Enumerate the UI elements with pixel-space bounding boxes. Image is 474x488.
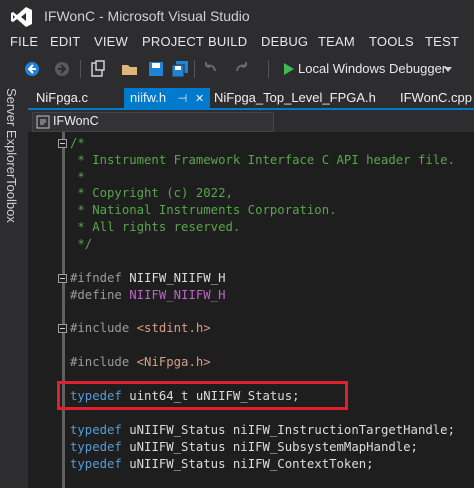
code-token: <NiFpga.h>: [136, 355, 211, 369]
side-panel-strip: Server Explorer Toolbox: [0, 82, 28, 488]
code-line[interactable]: * Copyright (c) 2022,: [70, 185, 233, 202]
code-token: * Instrument Framework Interface C API h…: [70, 153, 455, 167]
code-line[interactable]: typedef uNIIFW_Status niIFW_InstructionT…: [70, 422, 455, 439]
code-token: <stdint.h>: [136, 321, 211, 335]
code-token: */: [70, 237, 93, 251]
collapse-region-icon[interactable]: [58, 139, 67, 148]
code-token: #include: [70, 355, 137, 369]
code-token: typedef: [70, 457, 130, 471]
tab-nifpga-top-level-fpga-h[interactable]: NiFpga_Top_Level_FPGA.h: [214, 88, 376, 108]
code-line[interactable]: #include <NiFpga.h>: [70, 354, 211, 371]
menu-file[interactable]: FILE: [10, 34, 38, 49]
new-project-icon[interactable]: [88, 59, 108, 79]
visual-studio-window: IFWonC - Microsoft Visual Studio FILE ED…: [0, 0, 474, 488]
back-icon[interactable]: [22, 59, 42, 79]
code-token: *: [70, 170, 85, 184]
toolbox-tab[interactable]: Toolbox: [4, 178, 19, 223]
collapse-region-icon[interactable]: [58, 274, 67, 283]
server-explorer-tab[interactable]: Server Explorer: [4, 88, 19, 178]
menu-debug[interactable]: DEBUG: [261, 34, 308, 49]
title-bar: IFWonC - Microsoft Visual Studio: [0, 0, 474, 34]
code-token: uNIIFW_Status niIFW_ContextToken;: [129, 457, 374, 471]
menu-project[interactable]: PROJECT: [142, 34, 204, 49]
code-line[interactable]: #include <stdint.h>: [70, 320, 211, 337]
code-line[interactable]: #define NIIFW_NIIFW_H: [70, 287, 225, 304]
code-line[interactable]: typedef uNIIFW_Status niIFW_SubsystemMap…: [70, 439, 418, 456]
code-token: #include: [70, 321, 137, 335]
change-tracking-margin: [62, 132, 65, 488]
code-editor[interactable]: /* * Instrument Framework Interface C AP…: [28, 132, 474, 488]
pin-icon[interactable]: ⊣: [178, 93, 188, 105]
code-token: uNIIFW_Status niIFW_SubsystemMapHandle;: [129, 440, 418, 454]
save-icon[interactable]: [146, 59, 166, 79]
menu-view[interactable]: VIEW: [94, 34, 128, 49]
start-debugging-icon[interactable]: [278, 59, 298, 79]
document-tab-strip: NiFpga.c niifw.h ⊣ ✕ NiFpga_Top_Level_FP…: [28, 88, 474, 108]
save-all-icon[interactable]: [170, 59, 190, 79]
tab-niifw-h[interactable]: niifw.h ⊣ ✕: [124, 88, 211, 108]
debugger-target-label[interactable]: Local Windows Debugger: [298, 61, 446, 76]
close-icon[interactable]: ✕: [195, 93, 204, 105]
code-line[interactable]: * All rights reserved.: [70, 219, 240, 236]
code-line[interactable]: * Instrument Framework Interface C API h…: [70, 152, 455, 169]
code-token: * Copyright (c) 2022,: [70, 186, 233, 200]
code-token: #ifndef: [70, 271, 130, 285]
project-dropdown[interactable]: IFWonC: [32, 112, 274, 132]
menu-tools[interactable]: TOOLS: [369, 34, 414, 49]
code-token: uNIIFW_Status niIFW_InstructionTargetHan…: [129, 423, 455, 437]
menu-build[interactable]: BUILD: [208, 34, 247, 49]
toolbar-separator: [268, 60, 269, 78]
code-line[interactable]: *: [70, 169, 85, 186]
toolbar-separator: [194, 60, 195, 78]
toolbar: Local Windows Debugger: [0, 56, 474, 82]
project-dropdown-label: IFWonC: [53, 114, 99, 128]
code-token: NIIFW_NIIFW_H: [129, 288, 226, 302]
window-title: IFWonC - Microsoft Visual Studio: [44, 8, 250, 24]
menu-test[interactable]: TEST: [425, 34, 459, 49]
code-line[interactable]: */: [70, 236, 92, 253]
code-line[interactable]: #ifndef NIIFW_NIIFW_H: [70, 270, 225, 287]
navigation-bar: IFWonC: [28, 110, 474, 132]
highlight-annotation-box: [57, 381, 348, 410]
tab-nifpga-c[interactable]: NiFpga.c: [36, 88, 88, 108]
code-token: typedef: [70, 440, 130, 454]
tab-ifwonc-cpp[interactable]: IFWonC.cpp: [400, 88, 472, 108]
code-line[interactable]: typedef uNIIFW_Status niIFW_ContextToken…: [70, 456, 374, 473]
cpp-project-icon: [36, 115, 50, 129]
code-token: * National Instruments Corporation.: [70, 203, 337, 217]
dropdown-icon[interactable]: [438, 59, 458, 79]
code-token: NIIFW_NIIFW_H: [129, 271, 226, 285]
menu-team[interactable]: TEAM: [318, 34, 355, 49]
undo-icon[interactable]: [200, 59, 220, 79]
menu-bar: FILE EDIT VIEW PROJECT BUILD DEBUG TEAM …: [0, 34, 474, 54]
redo-icon[interactable]: [232, 59, 252, 79]
toolbar-separator: [80, 60, 81, 78]
code-token: /*: [70, 136, 85, 150]
code-line[interactable]: * National Instruments Corporation.: [70, 202, 337, 219]
code-token: #define: [70, 288, 130, 302]
code-token: * All rights reserved.: [70, 220, 241, 234]
visual-studio-logo-icon: [11, 7, 32, 27]
open-file-icon[interactable]: [120, 59, 140, 79]
menu-edit[interactable]: EDIT: [50, 34, 80, 49]
forward-icon[interactable]: [52, 59, 72, 79]
tab-label: niifw.h: [130, 90, 167, 105]
collapse-region-icon[interactable]: [58, 324, 67, 333]
code-line[interactable]: /*: [70, 135, 85, 152]
code-token: typedef: [70, 423, 130, 437]
